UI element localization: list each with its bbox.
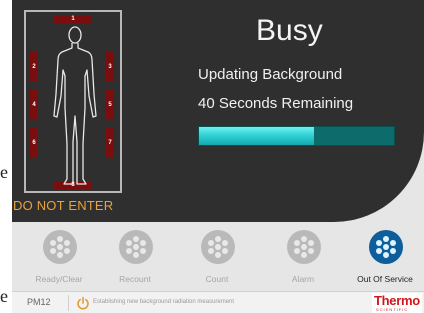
flower-dot bbox=[294, 248, 301, 254]
button-label: Recount bbox=[119, 274, 151, 284]
flower-dot bbox=[208, 240, 215, 246]
flower-dot bbox=[57, 252, 63, 258]
thermo-logo: Thermo SCIENTIFIC bbox=[372, 293, 422, 313]
flower-dot bbox=[215, 236, 221, 242]
detector-3: 3 bbox=[106, 52, 114, 82]
out-of-service-button[interactable]: Out Of Service bbox=[348, 228, 422, 290]
flower-dot bbox=[383, 236, 389, 242]
brand-subtitle: SCIENTIFIC bbox=[376, 307, 409, 312]
flower-dot bbox=[294, 240, 301, 246]
flower-dot bbox=[215, 252, 221, 258]
flower-dot bbox=[126, 240, 133, 246]
button-label: Count bbox=[205, 274, 229, 284]
detector-1: 1 bbox=[54, 15, 92, 23]
alarm-button[interactable]: Alarm bbox=[266, 228, 340, 290]
flower-dot bbox=[63, 248, 70, 254]
flower-dot bbox=[376, 240, 383, 246]
detector-7: 7 bbox=[106, 128, 114, 158]
button-flower-icon bbox=[119, 230, 153, 264]
flower-dot bbox=[307, 240, 314, 246]
flower-dot bbox=[50, 240, 57, 246]
flower-dot bbox=[139, 248, 146, 254]
power-icon bbox=[77, 296, 89, 310]
flower-dot bbox=[307, 248, 314, 254]
flower-dot bbox=[133, 252, 139, 258]
brand-name: Thermo bbox=[374, 293, 420, 308]
button-label: Out Of Service bbox=[357, 274, 413, 284]
detector-6: 6 bbox=[30, 128, 38, 158]
button-flower-icon bbox=[287, 230, 321, 264]
detector-4: 4 bbox=[30, 90, 38, 120]
status-message: Updating Background bbox=[198, 66, 343, 83]
flower-dot bbox=[133, 236, 139, 242]
flower-dot bbox=[389, 248, 396, 254]
progress-fill bbox=[199, 127, 315, 145]
flower-dot bbox=[208, 248, 215, 254]
flower-dot bbox=[389, 240, 396, 246]
flower-dot bbox=[301, 252, 307, 258]
do-not-enter-warning: DO NOT ENTER bbox=[13, 198, 114, 213]
footer-message: Establishing new background radiation me… bbox=[93, 299, 235, 305]
background-progress-bar bbox=[198, 126, 395, 146]
flower-dot bbox=[301, 244, 307, 250]
control-buttons: Ready/Clear Recount Count Alarm Out Of S… bbox=[12, 228, 424, 290]
flower-dot bbox=[215, 244, 221, 250]
flower-dot bbox=[383, 244, 389, 250]
status-bar: PM12 Establishing new background radiati… bbox=[12, 291, 424, 313]
flower-dot bbox=[301, 236, 307, 242]
flower-dot bbox=[221, 240, 228, 246]
button-label: Ready/Clear bbox=[35, 274, 83, 284]
flower-dot bbox=[126, 248, 133, 254]
unit-label: PM12 bbox=[27, 297, 51, 307]
button-flower-icon bbox=[369, 230, 403, 264]
detector-5: 5 bbox=[106, 90, 114, 120]
ready-clear-button[interactable]: Ready/Clear bbox=[22, 228, 96, 290]
flower-dot bbox=[133, 244, 139, 250]
flower-dot bbox=[57, 244, 63, 250]
portal-monitor-screen: 1 2 3 4 5 6 7 8 DO NOT ENTER Busy Updati… bbox=[12, 0, 424, 313]
flower-dot bbox=[57, 236, 63, 242]
status-remaining: 40 Seconds Remaining bbox=[198, 95, 354, 112]
recount-button[interactable]: Recount bbox=[98, 228, 172, 290]
flower-dot bbox=[221, 248, 228, 254]
flower-dot bbox=[63, 240, 70, 246]
status-title: Busy bbox=[256, 14, 323, 47]
side-text-fragment: e bbox=[0, 286, 8, 306]
detector-2: 2 bbox=[30, 52, 38, 82]
count-button[interactable]: Count bbox=[180, 228, 254, 290]
button-flower-icon bbox=[201, 230, 235, 264]
detector-map: 1 2 3 4 5 6 7 8 bbox=[24, 10, 122, 193]
flower-dot bbox=[383, 252, 389, 258]
flower-dot bbox=[376, 248, 383, 254]
flower-dot bbox=[50, 248, 57, 254]
divider bbox=[68, 295, 69, 311]
side-text-fragment: e bbox=[0, 162, 8, 182]
flower-dot bbox=[139, 240, 146, 246]
human-silhouette-icon bbox=[53, 26, 97, 185]
button-flower-icon bbox=[43, 230, 77, 264]
button-label: Alarm bbox=[291, 274, 315, 284]
